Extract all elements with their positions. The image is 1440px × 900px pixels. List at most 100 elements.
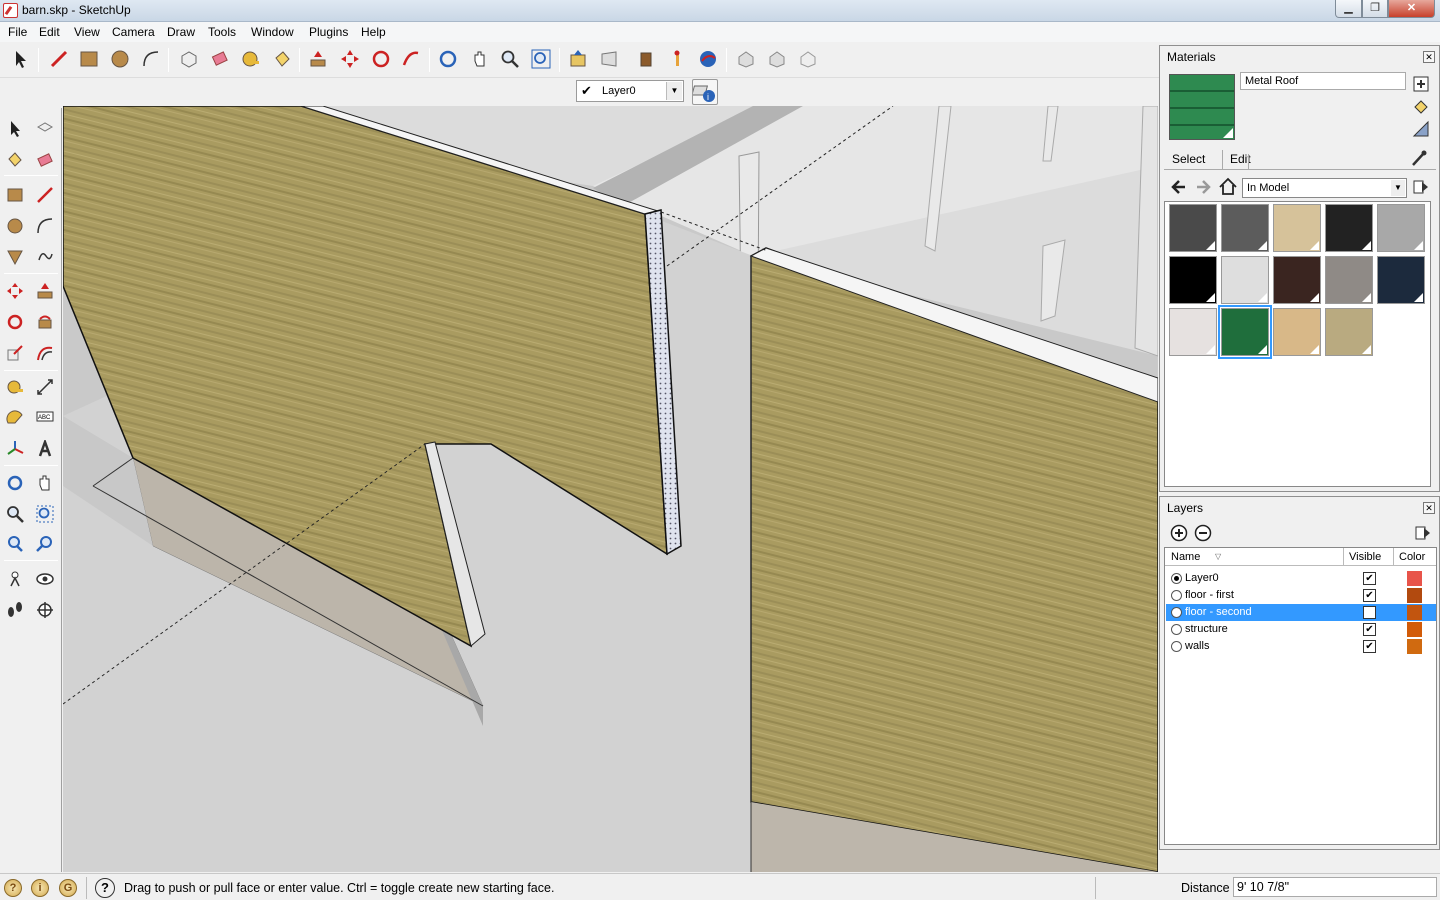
circle-tool-icon[interactable]: [2, 213, 28, 239]
layer-name[interactable]: walls: [1185, 640, 1209, 652]
rectangle-tool-icon[interactable]: [76, 46, 102, 72]
text-tool-icon[interactable]: ABC: [32, 405, 58, 431]
help-icon[interactable]: ?: [95, 878, 115, 898]
material-swatch[interactable]: [1169, 256, 1217, 304]
details-arrow-icon[interactable]: [1414, 524, 1432, 545]
select-tool-icon[interactable]: [7, 46, 33, 72]
material-swatch[interactable]: [1273, 308, 1321, 356]
menu-window[interactable]: Window: [251, 25, 294, 39]
active-layer-radio[interactable]: [1171, 607, 1182, 618]
arc-tool-icon[interactable]: [138, 46, 164, 72]
close-button[interactable]: ✕: [1388, 0, 1435, 18]
material-swatch[interactable]: [1325, 308, 1373, 356]
collection-dropdown[interactable]: In Model ▼: [1242, 178, 1407, 198]
orbit-tool-icon[interactable]: [435, 46, 461, 72]
sample-paint-icon[interactable]: [1410, 149, 1428, 170]
polygon-tool-icon[interactable]: [2, 244, 28, 270]
menu-tools[interactable]: Tools: [208, 25, 236, 39]
active-layer-radio[interactable]: [1171, 624, 1182, 635]
dimension-tool-icon[interactable]: [32, 374, 58, 400]
3d-text-tool-icon[interactable]: [32, 436, 58, 462]
get-models-icon[interactable]: [565, 46, 591, 72]
material-swatch[interactable]: [1273, 256, 1321, 304]
protractor-tool-icon[interactable]: [2, 405, 28, 431]
create-material-icon[interactable]: [1412, 74, 1430, 95]
pan-tool-icon[interactable]: [32, 470, 58, 496]
close-icon[interactable]: ✕: [1423, 502, 1435, 514]
column-header-color[interactable]: Color: [1399, 551, 1425, 563]
layer-color-swatch[interactable]: [1407, 622, 1422, 637]
push-pull-icon[interactable]: [305, 46, 331, 72]
walk-tool-icon[interactable]: [2, 597, 28, 623]
share-model-icon[interactable]: [596, 46, 622, 72]
menu-file[interactable]: File: [8, 25, 27, 39]
standard-view-top-icon[interactable]: [764, 46, 790, 72]
orbit-tool-icon[interactable]: [2, 470, 28, 496]
tape-measure-icon[interactable]: [238, 46, 264, 72]
look-around-icon[interactable]: [32, 566, 58, 592]
delete-layer-icon[interactable]: [1194, 524, 1212, 545]
follow-me-icon[interactable]: [32, 309, 58, 335]
credits-icon[interactable]: i: [31, 879, 49, 897]
layer-color-swatch[interactable]: [1407, 588, 1422, 603]
geo-location-icon[interactable]: ?: [4, 879, 22, 897]
default-material-icon[interactable]: [1412, 97, 1430, 118]
material-swatch[interactable]: [1169, 308, 1217, 356]
visible-checkbox[interactable]: [1363, 606, 1376, 619]
layer-row[interactable]: walls ✔: [1166, 638, 1436, 655]
eraser-tool-icon[interactable]: [207, 46, 233, 72]
material-swatch[interactable]: [1221, 256, 1269, 304]
layer-row[interactable]: Layer0 ✔: [1166, 570, 1436, 587]
column-header-visible[interactable]: Visible: [1349, 551, 1381, 563]
layer-row[interactable]: floor - second: [1166, 604, 1436, 621]
menu-edit[interactable]: Edit: [39, 25, 60, 39]
menu-view[interactable]: View: [74, 25, 100, 39]
material-swatch[interactable]: [1218, 305, 1272, 359]
pan-tool-icon[interactable]: [467, 46, 493, 72]
push-pull-icon[interactable]: [32, 278, 58, 304]
material-swatch[interactable]: [1273, 204, 1321, 252]
arc-tool-icon[interactable]: [32, 213, 58, 239]
visible-checkbox[interactable]: ✔: [1363, 589, 1376, 602]
zoom-extents-icon[interactable]: [528, 46, 554, 72]
menu-plugins[interactable]: Plugins: [309, 25, 348, 39]
eraser-tool-icon[interactable]: [32, 147, 58, 173]
visible-checkbox[interactable]: ✔: [1363, 623, 1376, 636]
rotate-tool-icon[interactable]: [2, 309, 28, 335]
layer-manager-icon[interactable]: i: [691, 79, 718, 105]
menu-help[interactable]: Help: [361, 25, 386, 39]
circle-tool-icon[interactable]: [107, 46, 133, 72]
zoom-tool-icon[interactable]: [497, 46, 523, 72]
current-layer-dropdown[interactable]: ✔ Layer0 ▼: [576, 80, 684, 102]
material-swatch[interactable]: [1377, 204, 1425, 252]
layer-name[interactable]: floor - first: [1185, 589, 1234, 601]
zoom-window-icon[interactable]: [32, 501, 58, 527]
line-tool-icon[interactable]: [32, 182, 58, 208]
layer-row[interactable]: structure ✔: [1166, 621, 1436, 638]
follow-me-icon[interactable]: [398, 46, 424, 72]
zoom-extents-icon[interactable]: [32, 531, 58, 557]
standard-view-iso-icon[interactable]: [733, 46, 759, 72]
make-component-icon[interactable]: [32, 116, 58, 142]
measurements-input[interactable]: 9' 10 7/8": [1233, 877, 1437, 897]
get-photo-texture-icon[interactable]: [664, 46, 690, 72]
line-tool-icon[interactable]: [46, 46, 72, 72]
display-secondary-icon[interactable]: [1412, 120, 1430, 141]
minimize-button[interactable]: ▁: [1335, 0, 1362, 18]
layer-color-swatch[interactable]: [1407, 605, 1422, 620]
menu-draw[interactable]: Draw: [167, 25, 195, 39]
visible-checkbox[interactable]: ✔: [1363, 572, 1376, 585]
rotate-tool-icon[interactable]: [368, 46, 394, 72]
sign-in-icon[interactable]: G: [59, 879, 77, 897]
scale-tool-icon[interactable]: [2, 340, 28, 366]
material-swatch[interactable]: [1325, 256, 1373, 304]
layer-row[interactable]: floor - first ✔: [1166, 587, 1436, 604]
paint-bucket-icon[interactable]: [2, 147, 28, 173]
google-earth-icon[interactable]: [695, 46, 721, 72]
material-swatch[interactable]: [1325, 204, 1373, 252]
close-icon[interactable]: ✕: [1423, 51, 1435, 63]
zoom-tool-icon[interactable]: [2, 501, 28, 527]
menu-camera[interactable]: Camera: [112, 25, 155, 39]
material-swatch[interactable]: [1377, 256, 1425, 304]
active-layer-radio[interactable]: [1171, 590, 1182, 601]
